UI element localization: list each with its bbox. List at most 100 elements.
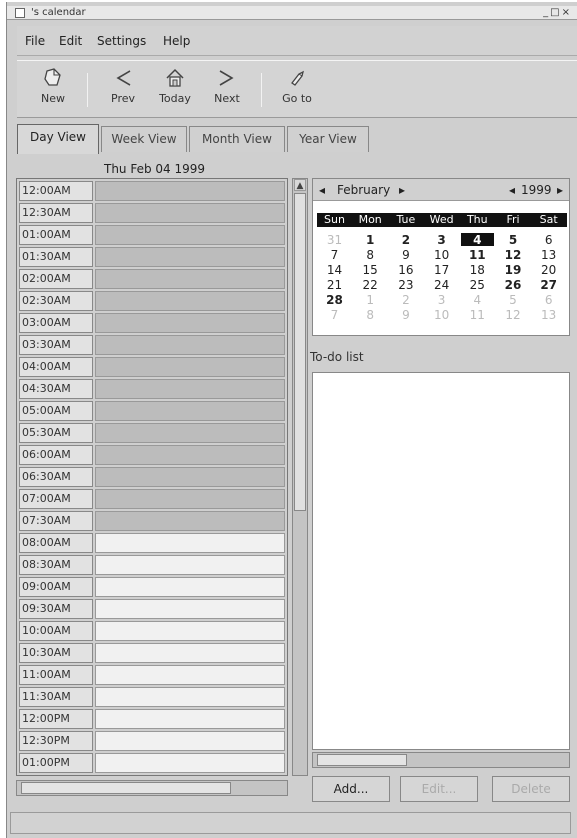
time-slot-row[interactable]: 03:00AM	[19, 313, 285, 334]
time-slot-row[interactable]: 05:30AM	[19, 423, 285, 444]
time-slot-row[interactable]: 07:30AM	[19, 511, 285, 532]
appointment-slot[interactable]	[95, 555, 285, 575]
calendar-day[interactable]: 17	[424, 263, 459, 277]
time-slot-row[interactable]: 09:00AM	[19, 577, 285, 598]
time-slot-row[interactable]: 10:30AM	[19, 643, 285, 664]
time-slot-row[interactable]: 12:30AM	[19, 203, 285, 224]
window-menu-icon[interactable]	[15, 8, 25, 18]
time-slot-row[interactable]: 07:00AM	[19, 489, 285, 510]
calendar-day[interactable]: 6	[531, 293, 566, 307]
appointment-slot[interactable]	[95, 181, 285, 201]
next-year-arrow-icon[interactable]: ▸	[557, 183, 563, 197]
menu-help[interactable]: Help	[163, 34, 190, 48]
menu-settings[interactable]: Settings	[97, 34, 146, 48]
calendar-day[interactable]: 27	[531, 278, 566, 292]
appointment-slot[interactable]	[95, 467, 285, 487]
calendar-day[interactable]: 3	[424, 233, 459, 247]
calendar-day[interactable]: 16	[388, 263, 423, 277]
time-slot-row[interactable]: 01:30AM	[19, 247, 285, 268]
appointment-slot[interactable]	[95, 225, 285, 245]
delete-button[interactable]: Delete	[492, 776, 570, 802]
time-slot-row[interactable]: 10:00AM	[19, 621, 285, 642]
goto-button[interactable]: Go to	[271, 67, 323, 105]
calendar-day[interactable]: 6	[531, 233, 566, 247]
calendar-day[interactable]: 2	[388, 293, 423, 307]
time-slot-row[interactable]: 12:00AM	[19, 181, 285, 202]
calendar-day[interactable]: 26	[496, 278, 531, 292]
calendar-day[interactable]: 11	[460, 308, 495, 322]
time-slot-row[interactable]: 04:00AM	[19, 357, 285, 378]
scroll-thumb[interactable]	[294, 193, 306, 511]
title-bar[interactable]: 's calendar _□×	[7, 6, 577, 20]
calendar-day[interactable]: 24	[424, 278, 459, 292]
appointment-slot[interactable]	[95, 511, 285, 531]
calendar-day[interactable]: 4	[460, 293, 495, 307]
calendar-day[interactable]: 9	[388, 308, 423, 322]
calendar-day-selected[interactable]: 4	[460, 233, 495, 247]
calendar-day[interactable]: 18	[460, 263, 495, 277]
appointment-slot[interactable]	[95, 379, 285, 399]
next-button[interactable]: Next	[201, 67, 253, 105]
appointment-slot[interactable]	[95, 665, 285, 685]
time-slot-row[interactable]: 01:00PM	[19, 753, 285, 774]
scroll-up-arrow-icon[interactable]: ▲	[294, 179, 306, 191]
time-slot-row[interactable]: 03:30AM	[19, 335, 285, 356]
next-month-arrow-icon[interactable]: ▸	[399, 183, 405, 197]
time-slot-row[interactable]: 02:00AM	[19, 269, 285, 290]
appointment-slot[interactable]	[95, 753, 285, 773]
time-slot-row[interactable]: 12:00PM	[19, 709, 285, 730]
calendar-day[interactable]: 10	[424, 248, 459, 262]
calendar-day[interactable]: 21	[317, 278, 352, 292]
scroll-thumb[interactable]	[317, 754, 407, 766]
calendar-day[interactable]: 9	[388, 248, 423, 262]
window-controls[interactable]: _□×	[543, 7, 572, 18]
time-slot-row[interactable]: 06:30AM	[19, 467, 285, 488]
appointment-slot[interactable]	[95, 313, 285, 333]
time-slot-row[interactable]: 06:00AM	[19, 445, 285, 466]
appointment-slot[interactable]	[95, 621, 285, 641]
time-slot-row[interactable]: 08:30AM	[19, 555, 285, 576]
appointment-slot[interactable]	[95, 643, 285, 663]
time-slot-row[interactable]: 01:00AM	[19, 225, 285, 246]
appointment-slot[interactable]	[95, 577, 285, 597]
appointment-slot[interactable]	[95, 423, 285, 443]
calendar-day[interactable]: 20	[531, 263, 566, 277]
calendar-day[interactable]: 7	[317, 308, 352, 322]
calendar-day[interactable]: 8	[353, 248, 388, 262]
calendar-day[interactable]: 2	[388, 233, 423, 247]
add-button[interactable]: Add...	[312, 776, 390, 802]
calendar-day[interactable]: 11	[460, 248, 495, 262]
prev-button[interactable]: Prev	[97, 67, 149, 105]
calendar-day[interactable]: 28	[317, 293, 352, 307]
appointment-slot[interactable]	[95, 335, 285, 355]
todo-horizontal-scrollbar[interactable]	[312, 752, 570, 768]
menu-file[interactable]: File	[25, 34, 45, 48]
calendar-day[interactable]: 13	[531, 308, 566, 322]
appointment-slot[interactable]	[95, 247, 285, 267]
appointment-slot[interactable]	[95, 291, 285, 311]
appointment-slot[interactable]	[95, 357, 285, 377]
calendar-day[interactable]: 5	[496, 233, 531, 247]
day-view-vertical-scrollbar[interactable]: ▲	[292, 178, 308, 776]
new-button[interactable]: New	[27, 67, 79, 105]
calendar-day[interactable]: 12	[496, 308, 531, 322]
time-slot-row[interactable]: 02:30AM	[19, 291, 285, 312]
calendar-day[interactable]: 10	[424, 308, 459, 322]
calendar-day[interactable]: 15	[353, 263, 388, 277]
menu-edit[interactable]: Edit	[59, 34, 82, 48]
time-slot-row[interactable]: 11:00AM	[19, 665, 285, 686]
prev-month-arrow-icon[interactable]: ◂	[319, 183, 325, 197]
edit-button[interactable]: Edit...	[400, 776, 478, 802]
calendar-day[interactable]: 14	[317, 263, 352, 277]
time-slot-row[interactable]: 08:00AM	[19, 533, 285, 554]
today-button[interactable]: Today	[149, 67, 201, 105]
calendar-day[interactable]: 23	[388, 278, 423, 292]
appointment-slot[interactable]	[95, 599, 285, 619]
time-slot-row[interactable]: 04:30AM	[19, 379, 285, 400]
appointment-slot[interactable]	[95, 731, 285, 751]
todo-list[interactable]	[312, 372, 570, 750]
appointment-slot[interactable]	[95, 489, 285, 509]
calendar-day[interactable]: 1	[353, 293, 388, 307]
appointment-slot[interactable]	[95, 533, 285, 553]
time-slot-row[interactable]: 05:00AM	[19, 401, 285, 422]
